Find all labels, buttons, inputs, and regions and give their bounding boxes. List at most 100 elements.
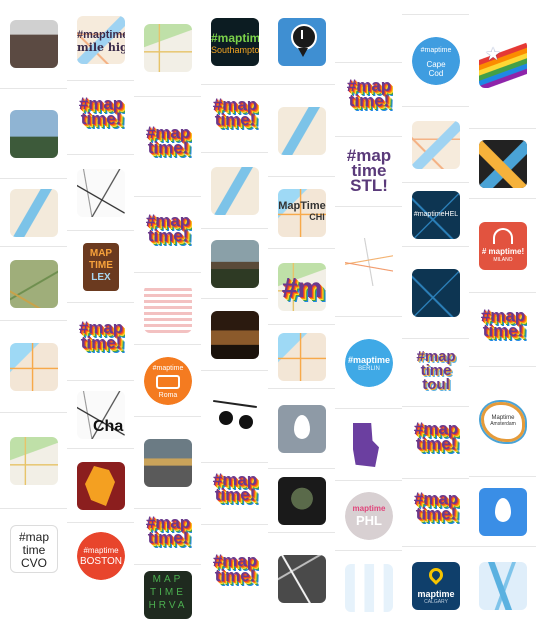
grid-cell	[335, 206, 402, 317]
grid-cell	[134, 0, 201, 96]
tile-maptime-southampton[interactable]: #maptimeSouthampton	[211, 18, 259, 66]
tile-road-map[interactable]	[10, 437, 58, 485]
tile-workshop-photo[interactable]	[211, 311, 259, 359]
grid-cell: # maptime! MILANO	[469, 198, 536, 293]
tile-egg-avatar-1[interactable]	[278, 405, 326, 453]
maptime-rainbow-logo: #map time!	[144, 124, 192, 156]
tile-cha-river-map[interactable]: Cha	[77, 391, 125, 439]
tile-paper-notice[interactable]	[10, 20, 58, 68]
grid-cell	[0, 88, 67, 179]
tile-label: CALGARY	[424, 599, 448, 605]
tile-maptime-amsterdam[interactable]: Maptime Amsterdam	[479, 398, 527, 446]
tile-egg-avatar-2[interactable]	[479, 488, 527, 536]
grid-cell	[134, 416, 201, 509]
tile-maptime-milano[interactable]: # maptime! MILANO	[479, 222, 527, 270]
tile-red-pattern-map[interactable]	[144, 285, 192, 333]
tile-street-map[interactable]	[144, 24, 192, 72]
tile-maptime-rainbow-4[interactable]: #map time!	[144, 211, 192, 259]
tile-label: #m	[281, 272, 323, 303]
tile-maptime-berlin[interactable]: #maptime BERLIN	[345, 339, 393, 387]
tile-maptime-cape-cod[interactable]: #maptime Cape Cod	[412, 37, 460, 85]
tile-orange-grid-map[interactable]	[412, 121, 460, 169]
maptime-rainbow-logo: #map time!	[211, 552, 259, 585]
tile-maptime-roma[interactable]: #maptime Roma	[144, 357, 192, 405]
tile-rhode-island-map[interactable]	[345, 421, 393, 469]
maptime-rainbow-logo: #map time!	[144, 514, 192, 547]
tile-maptime-rainbow-10[interactable]: #map time!	[412, 419, 460, 467]
grid-cell	[469, 476, 536, 547]
tile-mountain-photo[interactable]	[211, 240, 259, 288]
maptime-rainbow-logo: #map time!	[77, 95, 125, 127]
tile-dark-globe-map[interactable]	[278, 477, 326, 525]
tile-maptime-rainbow-3[interactable]: #map time!	[144, 123, 192, 171]
tile-maptime-calgary[interactable]: maptime CALGARY	[412, 562, 460, 610]
grid-cell: MAP TIME HRVA	[134, 564, 201, 624]
grid-cell	[201, 228, 268, 299]
tile-clock-pin-logo[interactable]	[278, 18, 326, 66]
grid-cell	[335, 550, 402, 624]
tile-phl-line-map[interactable]	[345, 238, 393, 286]
tile-label: #maptime	[83, 546, 119, 555]
grid-cell	[402, 106, 469, 183]
grid-cell: #map time!	[201, 462, 268, 525]
tile-maptime-phl[interactable]: maptime PHL	[345, 492, 393, 540]
grid-cell	[201, 370, 268, 463]
grid-cell	[268, 84, 335, 177]
tile-maptime-toul[interactable]: #map time toul	[412, 349, 460, 397]
tile-maptime-chi[interactable]: MapTime CHI	[278, 189, 326, 237]
tile-maptime-hrva[interactable]: MAP TIME HRVA	[144, 571, 192, 619]
tile-bay-map[interactable]	[10, 343, 58, 391]
grid-cell: #map time toul	[402, 338, 469, 407]
tile-maptime-rainbow-2[interactable]: #map time!	[77, 318, 125, 366]
tile-maptime-rainbow-12[interactable]: #map time!	[479, 306, 527, 354]
tile-street-grid-map[interactable]	[77, 169, 125, 217]
rhode-island-shape	[353, 423, 379, 467]
tile-maptime-rainbow-7[interactable]: #map time!	[211, 470, 259, 518]
grid-cell: #map time!	[402, 478, 469, 547]
grid-cell	[0, 412, 67, 509]
grid-cell: #maptimeSouthampton	[201, 0, 268, 84]
tile-blue-coast-map[interactable]	[412, 269, 460, 317]
tile-river-map[interactable]	[211, 167, 259, 215]
tile-maptime-hel[interactable]: #maptimeHEL	[412, 191, 460, 239]
building-icon	[493, 228, 513, 244]
tile-maptime-rainbow-map[interactable]: #m	[278, 263, 326, 311]
tile-label: time!	[147, 528, 189, 547]
tile-maptime-boston[interactable]: #maptime BOSTON	[77, 532, 125, 580]
maptime-rainbow-logo: #map time!	[144, 212, 192, 244]
tile-light-map[interactable]	[345, 564, 393, 612]
tile-maptime-lex[interactable]: MAP TIME LEX	[77, 243, 125, 291]
tile-pale-blue-map[interactable]	[479, 562, 527, 610]
grid-cell	[402, 246, 469, 339]
tile-train-photo[interactable]	[144, 439, 192, 487]
tile-label: Amsterdam	[490, 421, 516, 427]
tile-rainbow-star[interactable]: ★	[479, 40, 527, 88]
tile-label: maptime	[417, 589, 455, 599]
tile-maptime-rainbow-11[interactable]: #map time!	[412, 489, 460, 537]
egg-icon	[294, 415, 310, 439]
grid-cell: #map time!	[67, 302, 134, 381]
tile-label: time!	[214, 566, 256, 585]
tile-maptime-rainbow-8[interactable]: #map time!	[211, 551, 259, 599]
grid-cell	[0, 0, 67, 88]
tile-maptime-rainbow-6[interactable]: #map time!	[211, 95, 259, 143]
tile-relief-map[interactable]	[10, 260, 58, 308]
grid-cell: #maptime BERLIN	[335, 316, 402, 409]
tile-maptime-stl[interactable]: #map time STL!	[345, 148, 393, 196]
tile-label: LEX	[91, 272, 111, 283]
tile-maptime-cvo[interactable]: #map time CVO	[10, 525, 58, 573]
tile-chevron-logo[interactable]	[479, 140, 527, 188]
grid-cell	[335, 408, 402, 481]
tile-coast-map[interactable]	[10, 189, 58, 237]
tile-maptime-mile-high[interactable]: #maptimemile high	[77, 16, 125, 64]
tile-maptime-rainbow-1[interactable]: #map time!	[77, 94, 125, 142]
tile-label: CVO	[20, 556, 47, 570]
tile-orange-street-map[interactable]	[278, 333, 326, 381]
tile-maptime-rainbow-5[interactable]: #map time!	[144, 513, 192, 561]
tile-gondola-icon[interactable]	[211, 393, 259, 441]
tile-maptime-rainbow-9[interactable]: #map time!	[345, 76, 393, 124]
tile-bridge-photo[interactable]	[10, 110, 58, 158]
tile-orange-county-map[interactable]	[77, 462, 125, 510]
tile-grey-coast-map[interactable]	[278, 555, 326, 603]
tile-lake-map[interactable]	[278, 107, 326, 155]
